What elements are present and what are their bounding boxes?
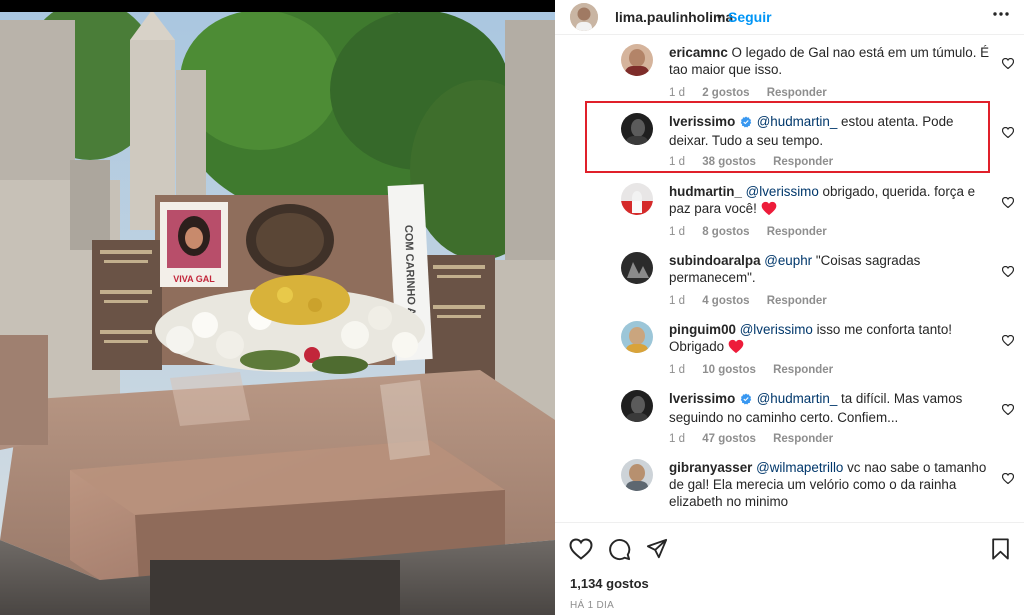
comment-item: subindoaralpa @euphr "Coisas sagradas pe… xyxy=(555,252,1024,318)
comment-likes[interactable]: 2 gostos xyxy=(702,87,749,99)
comment-likes[interactable]: 10 gostos xyxy=(702,364,756,376)
comment-age: 1 d xyxy=(669,295,685,307)
comment-item: gibranyasser @wilmapetrillo vc nao sabe … xyxy=(555,459,1024,519)
commenter-avatar[interactable] xyxy=(621,183,653,215)
comment-username[interactable]: ericamnc xyxy=(669,45,728,60)
comment-meta: 1 d 47 gostos Responder xyxy=(669,433,847,445)
comment-text: hudmartin_ @lverissimo obrigado, querida… xyxy=(669,183,991,220)
comment-icon[interactable] xyxy=(608,538,631,566)
post-timestamp: HÁ 1 DIA xyxy=(570,600,615,611)
comment-username[interactable]: hudmartin_ xyxy=(669,184,742,199)
comment-item: pinguim00 @lverissimo isso me conforta t… xyxy=(555,321,1024,387)
heart-outline-icon[interactable] xyxy=(1001,264,1015,282)
heart-outline-icon[interactable] xyxy=(1001,195,1015,213)
reply-button[interactable]: Responder xyxy=(767,226,827,238)
reply-button[interactable]: Responder xyxy=(767,295,827,307)
bookmark-icon[interactable] xyxy=(991,538,1010,565)
comment-mention[interactable]: @lverissimo xyxy=(740,322,813,337)
heart-outline-icon[interactable] xyxy=(1001,333,1015,351)
comment-username[interactable]: gibranyasser xyxy=(669,460,752,475)
commenter-avatar[interactable] xyxy=(621,252,653,284)
reply-button[interactable]: Responder xyxy=(773,364,833,376)
comment-age: 1 d xyxy=(669,226,685,238)
heart-outline-icon[interactable] xyxy=(1001,56,1015,74)
commenter-avatar[interactable] xyxy=(621,321,653,353)
post-likes-count[interactable]: 1,134 gostos xyxy=(570,576,649,591)
comment-mention[interactable]: @hudmartin_ xyxy=(757,391,838,406)
comment-age: 1 d xyxy=(669,87,685,99)
poster-text: VIVA GAL xyxy=(173,274,215,284)
comment-mention[interactable]: @lverissimo xyxy=(746,184,819,199)
browser-top-strip xyxy=(0,0,555,12)
highlight-box xyxy=(585,101,990,173)
reply-button[interactable]: Responder xyxy=(773,433,833,445)
comment-text: ericamnc O legado de Gal nao está em um … xyxy=(669,44,991,78)
comment-meta: 1 d 2 gostos Responder xyxy=(669,87,841,99)
more-options-icon[interactable] xyxy=(992,5,1010,29)
comment-likes[interactable]: 47 gostos xyxy=(702,433,756,445)
verified-badge-icon xyxy=(740,392,752,409)
like-icon[interactable] xyxy=(569,538,593,565)
comment-meta: 1 d 4 gostos Responder xyxy=(669,295,841,307)
reply-button[interactable]: Responder xyxy=(767,87,827,99)
heart-outline-icon[interactable] xyxy=(1001,125,1015,143)
commenter-avatar[interactable] xyxy=(621,390,653,422)
red-heart-emoji xyxy=(761,201,777,220)
comment-age: 1 d xyxy=(669,433,685,445)
post-header: lima.paulinholima • Seguir xyxy=(555,0,1024,35)
follow-button[interactable]: Seguir xyxy=(728,9,772,25)
comment-likes[interactable]: 8 gostos xyxy=(702,226,749,238)
post-photo: VIVA GAL COM CARINHO A... xyxy=(0,0,555,615)
comment-mention[interactable]: @euphr xyxy=(764,253,812,268)
comment-text: lverissimo @hudmartin_ ta difícil. Mas v… xyxy=(669,390,991,426)
comment-meta: 1 d 10 gostos Responder xyxy=(669,364,847,376)
post-side-panel: lima.paulinholima • Seguir ericamnc O le… xyxy=(555,0,1024,615)
comment-text: subindoaralpa @euphr "Coisas sagradas pe… xyxy=(669,252,991,286)
heart-outline-icon[interactable] xyxy=(1001,402,1015,420)
grave-photo-illustration: VIVA GAL COM CARINHO A... xyxy=(0,0,555,615)
post-actions xyxy=(555,522,1024,573)
comment-age: 1 d xyxy=(669,364,685,376)
red-heart-emoji xyxy=(728,339,744,358)
comment-username[interactable]: lverissimo xyxy=(669,391,735,406)
share-icon[interactable] xyxy=(646,538,668,565)
comment-likes[interactable]: 4 gostos xyxy=(702,295,749,307)
heart-outline-icon[interactable] xyxy=(1001,471,1015,489)
comment-mention[interactable]: @wilmapetrillo xyxy=(756,460,843,475)
author-username[interactable]: lima.paulinholima xyxy=(615,9,733,25)
comment-username[interactable]: pinguim00 xyxy=(669,322,736,337)
author-avatar[interactable] xyxy=(570,3,598,31)
comment-item: hudmartin_ @lverissimo obrigado, querida… xyxy=(555,183,1024,249)
comment-meta: 1 d 8 gostos Responder xyxy=(669,226,841,238)
commenter-avatar[interactable] xyxy=(621,44,653,76)
header-separator: • xyxy=(717,8,722,24)
commenter-avatar[interactable] xyxy=(621,459,653,491)
comment-username[interactable]: subindoaralpa xyxy=(669,253,761,268)
comment-text: pinguim00 @lverissimo isso me conforta t… xyxy=(669,321,991,358)
comment-item: lverissimo @hudmartin_ ta difícil. Mas v… xyxy=(555,390,1024,456)
comment-text: gibranyasser @wilmapetrillo vc nao sabe … xyxy=(669,459,991,510)
